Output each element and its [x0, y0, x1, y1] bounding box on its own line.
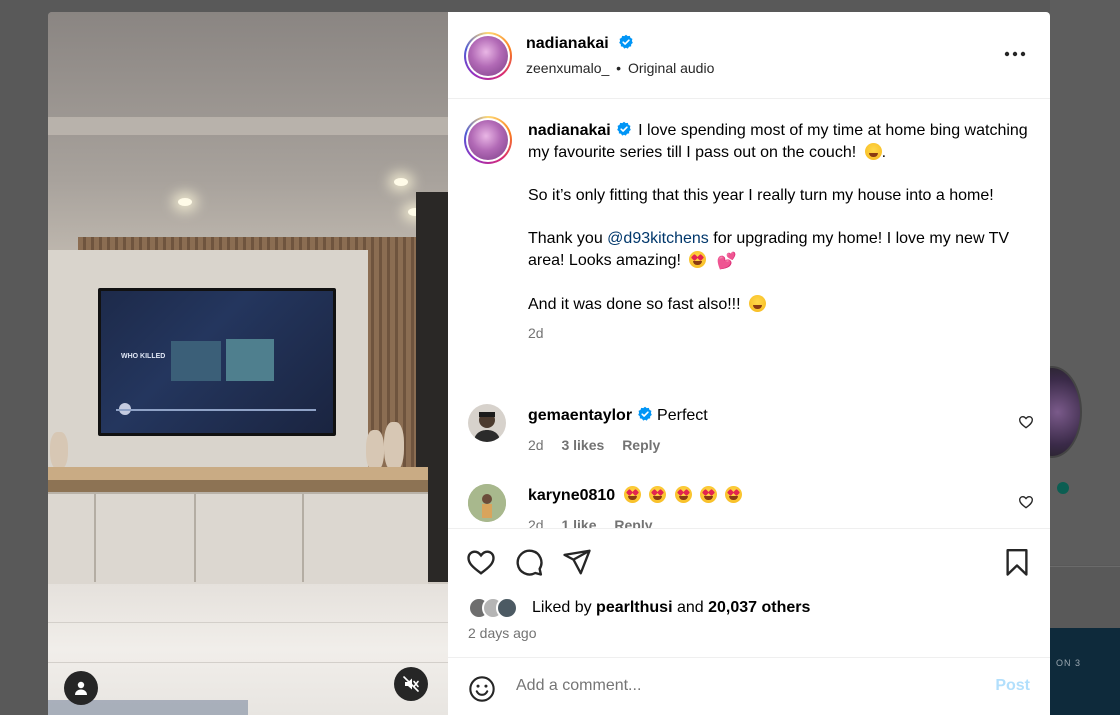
header-author-row: nadianakai — [526, 34, 634, 53]
media-tv: WHO KILLED — [98, 288, 336, 436]
heart-icon[interactable] — [1018, 414, 1034, 430]
heart-eyes-emoji-icon — [689, 251, 707, 268]
audio-separator: • — [616, 60, 622, 76]
backdrop-tile-text: ON 3 — [1056, 658, 1082, 668]
likes-prefix: Liked by — [532, 599, 592, 616]
comment-meta: 2d 3 likes Reply — [528, 437, 674, 453]
backdrop-tile: ON 3 — [1050, 628, 1120, 715]
caption-text-3: Thank you — [528, 230, 603, 247]
post-media[interactable]: WHO KILLED — [48, 12, 448, 715]
caption-paragraph: Thank you @d93kitchens for upgrading my … — [528, 228, 1028, 273]
vase — [366, 430, 384, 472]
bookmark-icon[interactable] — [1002, 547, 1032, 577]
comment-time[interactable]: 2d — [528, 437, 544, 453]
comments-section[interactable]: nadianakai I love spending most of my ti… — [448, 100, 1050, 528]
audio-line: zeenxumalo_ • Original audio — [526, 60, 714, 76]
comment-icon[interactable] — [514, 547, 544, 577]
caption-avatar[interactable] — [464, 116, 512, 164]
cabinet-door-line — [302, 494, 304, 582]
mention-link[interactable]: @d93kitchens — [607, 230, 709, 247]
tv-thumbnail — [171, 341, 221, 381]
caption-text-2: So it’s only fitting that this year I re… — [528, 187, 994, 204]
comment-likes[interactable]: 3 likes — [561, 437, 604, 453]
likes-summary: Liked by pearlthusi and 20,037 others — [532, 599, 810, 617]
post-comment-button[interactable]: Post — [995, 677, 1030, 695]
media-cabinet — [48, 492, 428, 584]
heart-eyes-emoji-icon — [674, 486, 692, 503]
author-avatar[interactable] — [464, 32, 512, 80]
comment-meta: 2d 1 like Reply — [528, 517, 667, 528]
backdrop — [1050, 0, 1120, 565]
mute-icon — [403, 676, 419, 692]
media-floor — [48, 584, 448, 715]
comment-row: gemaentaylor Perfect — [528, 406, 708, 425]
more-icon[interactable] — [1002, 44, 1028, 64]
floor-tile-line — [48, 662, 448, 663]
likes-user[interactable]: pearlthusi — [596, 599, 672, 616]
share-icon[interactable] — [562, 547, 592, 577]
heart-icon[interactable] — [466, 547, 496, 577]
liker-avatar — [496, 597, 518, 619]
vase — [384, 422, 404, 472]
tv-title: WHO KILLED — [121, 353, 166, 360]
heart-icon[interactable] — [1018, 494, 1034, 510]
heart-eyes-emoji-icon — [700, 486, 717, 503]
caption-text-5: And it was done so fast also!!! — [528, 296, 741, 313]
commenter-avatar[interactable] — [468, 404, 506, 442]
smiling-hearts-emoji-icon — [749, 295, 767, 312]
audio-label[interactable]: Original audio — [628, 60, 714, 76]
comment-time[interactable]: 2d — [528, 517, 544, 528]
heart-eyes-emoji-icon — [623, 486, 641, 503]
likes-others[interactable]: 20,037 others — [708, 599, 810, 616]
caption-paragraph: And it was done so fast also!!! — [528, 294, 1028, 316]
heart-eyes-emoji-icon — [649, 486, 667, 503]
ceiling-light — [394, 178, 408, 186]
tv-progress-bar — [116, 409, 316, 411]
post-details-panel: nadianakai zeenxumalo_ • Original audio … — [448, 12, 1050, 715]
verified-icon — [619, 34, 633, 49]
likes-and: and — [676, 599, 704, 616]
smile-icon[interactable] — [468, 675, 496, 703]
user-icon — [75, 681, 87, 695]
media-ceiling-edge — [48, 117, 448, 135]
tagged-users-button[interactable] — [64, 671, 98, 705]
comment-input[interactable] — [516, 677, 956, 695]
comment-row: karyne0810 — [528, 486, 743, 505]
vase — [50, 432, 68, 470]
ceiling-light — [178, 198, 192, 206]
two-hearts-emoji-icon: 💕 — [716, 253, 737, 270]
heart-eyes-emoji-icon — [725, 486, 743, 503]
rofl-emoji-icon — [864, 143, 882, 160]
post-caption: nadianakai I love spending most of my ti… — [528, 120, 1028, 344]
mute-button[interactable] — [394, 667, 428, 701]
comment-likes[interactable]: 1 like — [561, 517, 596, 528]
backdrop-status-dot — [1057, 482, 1069, 494]
tv-thumbnail — [226, 339, 274, 381]
caption-time[interactable]: 2d — [528, 322, 1028, 344]
cabinet-door-line — [94, 494, 96, 582]
media-cabinet-shelf — [48, 480, 428, 492]
audio-user[interactable]: zeenxumalo_ — [526, 60, 609, 76]
reply-button[interactable]: Reply — [614, 517, 652, 528]
comment-composer: Post — [448, 657, 1050, 715]
caption-paragraph: nadianakai I love spending most of my ti… — [528, 121, 1028, 161]
backdrop-divider — [1050, 566, 1120, 567]
commenter-avatar[interactable] — [468, 484, 506, 522]
cabinet-door-line — [194, 494, 196, 582]
author-username[interactable]: nadianakai — [526, 35, 609, 52]
commenter-username[interactable]: karyne0810 — [528, 487, 615, 504]
post-actions: Liked by pearlthusi and 20,037 others 2 … — [448, 528, 1050, 656]
comment-emojis — [620, 486, 743, 504]
verified-icon — [616, 121, 631, 136]
verified-icon — [638, 406, 652, 421]
floor-tile-line — [48, 622, 448, 623]
reply-button[interactable]: Reply — [622, 437, 660, 453]
post-header: nadianakai zeenxumalo_ • Original audio — [448, 12, 1050, 99]
caption-username[interactable]: nadianakai — [528, 122, 611, 139]
post-date[interactable]: 2 days ago — [468, 625, 537, 641]
comment-text: Perfect — [657, 407, 708, 424]
commenter-username[interactable]: gemaentaylor — [528, 407, 632, 424]
